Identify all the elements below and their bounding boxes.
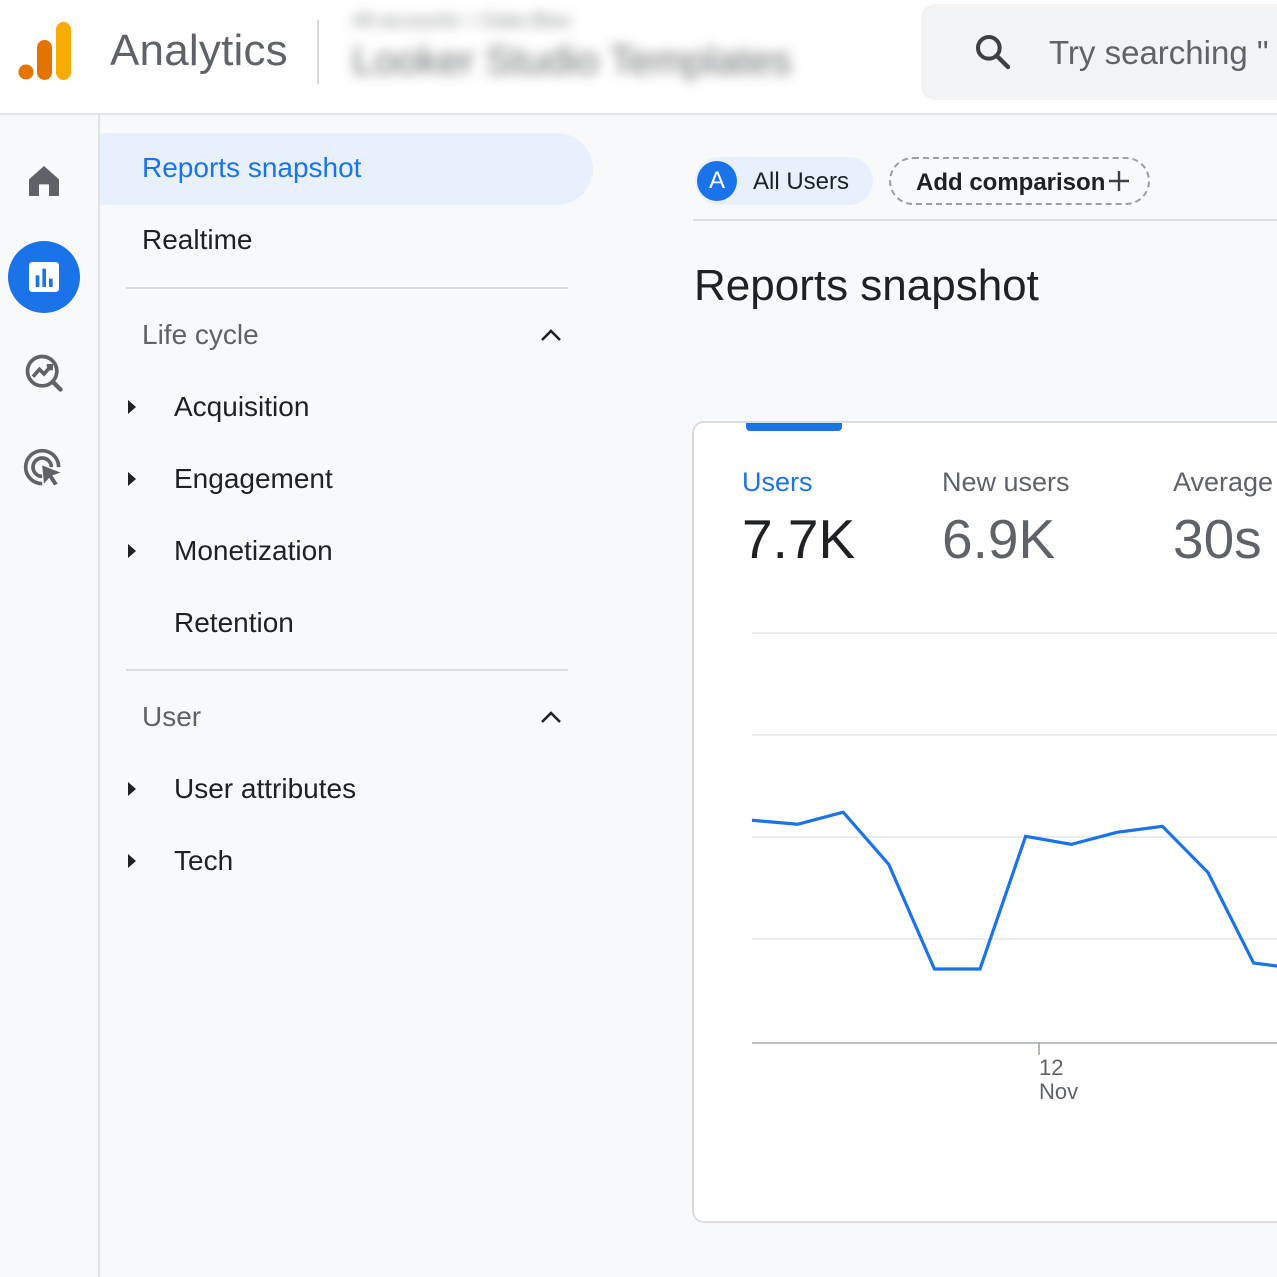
nav-divider [126,287,568,289]
search-input[interactable]: Try searching " [1049,34,1269,72]
nav-section-user[interactable]: User [142,701,201,733]
caret-right-icon[interactable] [128,854,136,868]
top-app-bar: Analytics All accounts > Data Bloo Looke… [0,0,1277,115]
nav-item-realtime[interactable]: Realtime [142,224,252,256]
nav-item-acquisition[interactable]: Acquisition [174,391,309,423]
comparison-chip-all-users[interactable]: A All Users [695,157,873,205]
app-name: Analytics [110,26,288,75]
nav-item-retention[interactable]: Retention [174,607,294,639]
reports-nav-panel: Reports snapshot Realtime Life cycle Acq… [100,115,600,1277]
property-name: Looker Studio Templates [352,39,792,83]
analytics-logo-icon[interactable] [18,20,74,82]
account-breadcrumb: All accounts > Data Bloo [352,10,571,32]
x-tick-label-month: Nov [1039,1079,1078,1104]
avatar: A [697,161,737,201]
nav-item-engagement[interactable]: Engagement [174,463,333,495]
rail-explore-button[interactable] [8,337,80,409]
caret-right-icon[interactable] [128,400,136,414]
x-tick-label-day: 12 [1039,1055,1063,1080]
nav-item-monetization[interactable]: Monetization [174,535,333,567]
property-selector[interactable]: All accounts > Data Bloo Looker Studio T… [352,10,792,84]
nav-item-reports-snapshot-label[interactable]: Reports snapshot [142,152,361,184]
chevron-up-icon[interactable] [540,710,562,724]
search-bar[interactable]: Try searching " [921,4,1277,100]
nav-section-life-cycle[interactable]: Life cycle [142,319,259,351]
home-icon [29,166,59,196]
caret-right-icon[interactable] [128,472,136,486]
header-divider [317,20,319,84]
search-icon [976,35,1011,70]
users-line-chart: 12Nov [751,632,1277,1104]
caret-right-icon[interactable] [128,782,136,796]
nav-item-tech[interactable]: Tech [174,845,233,877]
chevron-up-icon[interactable] [540,328,562,342]
toolbar-divider [693,219,1277,221]
rail-advertising-button[interactable] [8,433,80,505]
page-title: Reports snapshot [694,261,1039,310]
rail-reports-button[interactable] [8,241,80,313]
advertising-icon [23,448,61,486]
caret-right-icon[interactable] [128,544,136,558]
nav-divider [126,669,568,671]
main-content: A All Users Add comparison Reports snaps… [600,115,1277,1277]
add-comparison-button[interactable]: Add comparison [889,157,1150,205]
nav-item-user-attributes[interactable]: User attributes [174,773,356,805]
plus-icon [1109,171,1129,191]
comparison-chip-label: All Users [753,168,850,195]
explore-icon [25,354,63,392]
left-rail [0,115,100,1277]
metrics-card: Users 7.7K New users 6.9K Average 30s 12… [692,421,1277,1223]
rail-home-button[interactable] [8,145,80,217]
add-comparison-label: Add comparison [916,169,1106,196]
series-line-users [751,810,1277,971]
reports-icon [29,262,59,292]
